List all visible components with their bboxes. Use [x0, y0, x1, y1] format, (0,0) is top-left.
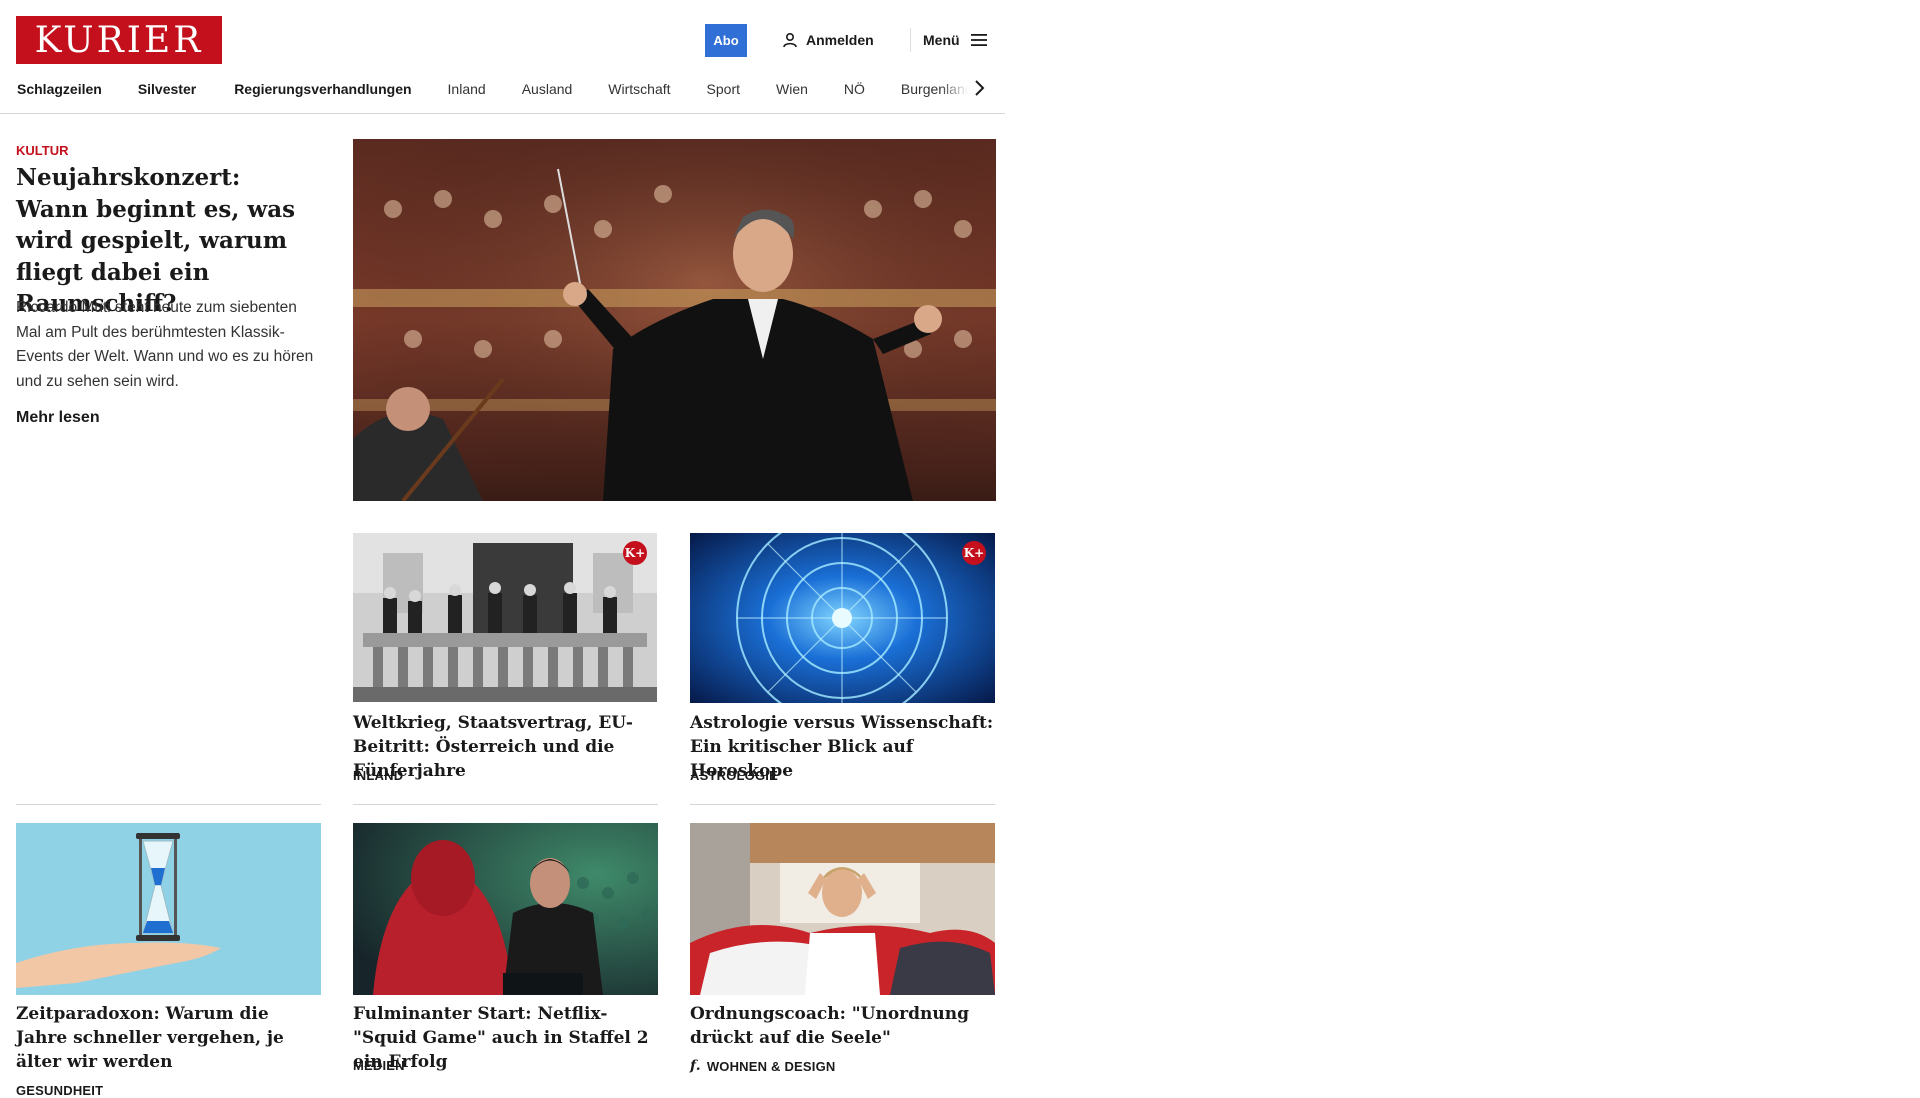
clutter-photo [690, 823, 995, 995]
kurier-logo[interactable]: KURIER [16, 16, 222, 64]
nav-item-wirtschaft[interactable]: Wirtschaft [590, 81, 688, 97]
row-divider [353, 804, 658, 805]
menu-button[interactable]: Menü [923, 28, 988, 52]
hourglass-photo [16, 823, 321, 995]
card-image-balcony[interactable]: K+ [353, 533, 657, 702]
nav-item-silvester[interactable]: Silvester [120, 81, 234, 97]
nav-item-noe[interactable]: NÖ [826, 81, 883, 97]
card-image-squid-game[interactable] [353, 823, 658, 995]
header-divider [910, 28, 911, 52]
menu-label: Menü [923, 32, 960, 48]
section-nav: Schlagzeilen Silvester Regierungsverhand… [16, 76, 986, 102]
row-divider [690, 804, 995, 805]
squid-game-photo [353, 823, 658, 995]
hamburger-icon [970, 34, 987, 46]
card-headline[interactable]: Zeitparadoxon: Warum die Jahre schneller… [16, 1002, 316, 1074]
nav-item-sport[interactable]: Sport [689, 81, 758, 97]
nav-item-schlagzeilen[interactable]: Schlagzeilen [16, 81, 120, 97]
card-image-clutter[interactable] [690, 823, 995, 995]
read-more-link[interactable]: Mehr lesen [16, 409, 100, 427]
nav-item-ausland[interactable]: Ausland [504, 81, 591, 97]
lead-teaser: Riccardo Muti steht heute zum siebenten … [16, 299, 314, 390]
chevron-right-icon[interactable] [972, 78, 986, 98]
card-category[interactable]: MEDIEN [353, 1058, 405, 1073]
lead-category[interactable]: KULTUR [16, 143, 68, 158]
card-category[interactable]: INLAND [353, 768, 403, 783]
concert-photo [353, 139, 996, 501]
card-category[interactable]: GESUNDHEIT [16, 1083, 103, 1098]
card-image-astrology[interactable]: K+ [690, 533, 995, 703]
zodiac-photo [690, 533, 995, 703]
balcony-photo [353, 533, 657, 702]
row-divider [16, 804, 321, 805]
premium-badge: K+ [623, 541, 647, 565]
premium-badge: K+ [962, 541, 986, 565]
lead-image[interactable] [353, 139, 996, 501]
card-image-hourglass[interactable] [16, 823, 321, 995]
nav-item-wien[interactable]: Wien [758, 81, 826, 97]
login-label: Anmelden [806, 32, 874, 48]
nav-item-inland[interactable]: Inland [430, 81, 504, 97]
card-category[interactable]: f. WOHNEN & DESIGN [690, 1058, 835, 1074]
nav-border [0, 113, 1005, 114]
card-category[interactable]: ASTROLOGIE [690, 768, 778, 783]
card-category-label: WOHNEN & DESIGN [706, 1058, 836, 1074]
login-button[interactable]: Anmelden [782, 28, 874, 52]
user-icon [783, 32, 797, 48]
card-headline[interactable]: Ordnungscoach: "Unordnung drückt auf die… [690, 1002, 995, 1050]
nav-item-regierungsverhandlungen[interactable]: Regierungsverhandlungen [234, 81, 429, 97]
abo-button[interactable]: Abo [705, 24, 747, 57]
wohnen-design-icon: f. [690, 1058, 701, 1074]
